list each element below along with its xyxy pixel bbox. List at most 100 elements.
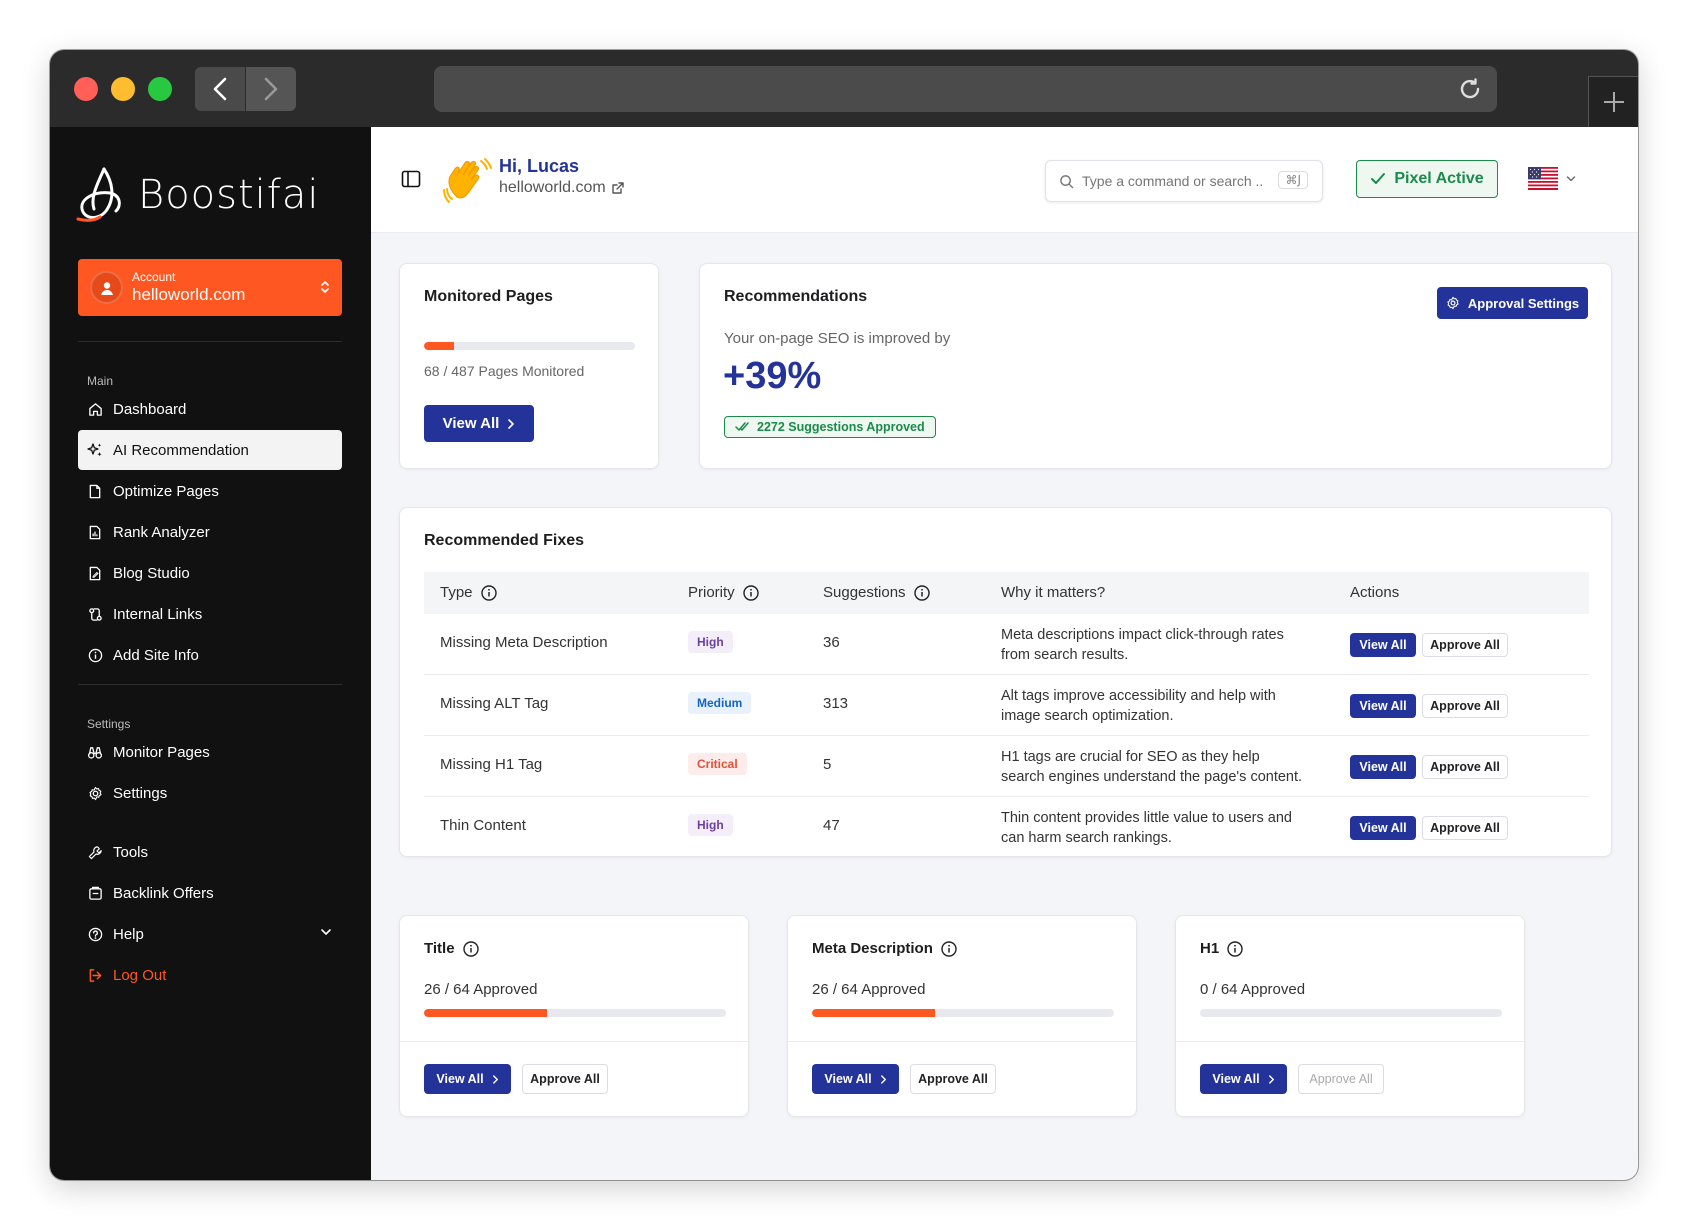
command-search[interactable]: ⌘J (1045, 160, 1323, 202)
sidebar-item-label: Backlink Offers (113, 884, 214, 902)
sidebar-item-help[interactable]: Help (78, 914, 342, 954)
brand-logo[interactable]: Boostifai (76, 163, 319, 227)
home-icon (87, 401, 103, 417)
fix-why: Meta descriptions impact click-through r… (1001, 627, 1284, 663)
wallet-icon (87, 885, 103, 901)
fix-type: Thin Content (440, 817, 526, 834)
binoculars-icon (87, 744, 103, 760)
fix-why: Alt tags improve accessibility and help … (1001, 688, 1276, 724)
recommended-fixes-card: Recommended Fixes Type Priority Suggesti… (399, 507, 1612, 858)
sidebar-item-monitor-pages[interactable]: Monitor Pages (78, 732, 342, 772)
sidebar-item-backlink-offers[interactable]: Backlink Offers (78, 873, 342, 913)
view-all-button[interactable]: View All (1350, 633, 1416, 657)
waving-hand-icon (443, 157, 493, 210)
sidebar-item-ai-recommendation[interactable]: AI Recommendation (78, 430, 342, 470)
language-selector[interactable] (1528, 167, 1576, 190)
metric-card-header: Meta Description (812, 940, 957, 957)
approve-all-button[interactable]: Approve All (1422, 755, 1508, 779)
column-label: Suggestions (823, 584, 906, 601)
metric-progress-fill (424, 1009, 547, 1017)
search-input[interactable] (1082, 171, 1262, 191)
sidebar-item-optimize-pages[interactable]: Optimize Pages (78, 471, 342, 511)
sidebar-item-rank-analyzer[interactable]: Rank Analyzer (78, 512, 342, 552)
fix-suggestions-count: 36 (823, 634, 840, 651)
file-icon (87, 483, 103, 499)
approve-all-button[interactable]: Approve All (522, 1064, 608, 1094)
priority-badge: High (688, 631, 733, 653)
suggestions-approved-badge: 2272 Suggestions Approved (724, 416, 936, 438)
external-link-icon (612, 182, 624, 194)
fix-suggestions-count: 5 (823, 756, 832, 773)
back-button[interactable] (195, 67, 245, 111)
shortcut-hint: ⌘J (1278, 171, 1308, 189)
approve-all-button[interactable]: Approve All (1298, 1064, 1384, 1094)
view-all-button[interactable]: View All (424, 1064, 511, 1094)
forward-button[interactable] (246, 67, 296, 111)
account-switcher[interactable]: Account helloworld.com (78, 259, 342, 316)
view-all-button[interactable]: View All (1350, 694, 1416, 718)
column-label: Priority (688, 584, 735, 601)
site-link[interactable]: helloworld.com (499, 179, 625, 197)
pixel-status-label: Pixel Active (1394, 170, 1484, 187)
chevron-down-icon (1566, 175, 1576, 181)
file-edit-icon (87, 565, 103, 581)
toggle-sidebar-button[interactable] (401, 169, 421, 194)
sidebar-item-settings[interactable]: Settings (78, 773, 342, 813)
new-tab-button[interactable] (1588, 76, 1638, 127)
link-icon (87, 606, 103, 622)
approve-all-button[interactable]: Approve All (910, 1064, 996, 1094)
metric-progress-bar (812, 1009, 1114, 1017)
fix-type: Missing Meta Description (440, 634, 608, 651)
sidebar-item-label: Help (113, 925, 144, 943)
chevron-right-icon (492, 1074, 498, 1084)
table-row: Missing H1 Tag Critical 5 H1 tags are cr… (424, 736, 1589, 797)
metric-progress-bar (1200, 1009, 1502, 1017)
approval-settings-button[interactable]: Approval Settings (1437, 287, 1588, 319)
fix-type: Missing H1 Tag (440, 756, 543, 773)
minimize-window-button[interactable] (111, 77, 135, 101)
pixel-status-badge[interactable]: Pixel Active (1356, 160, 1498, 198)
double-check-icon (735, 422, 749, 431)
view-all-button[interactable]: View All (1350, 755, 1416, 779)
greeting: Hi, Lucas (499, 156, 580, 176)
sidebar: Boostifai Account helloworld.com Main Da… (50, 127, 371, 1180)
info-icon[interactable] (742, 584, 759, 601)
button-label: View All (1212, 1072, 1260, 1086)
column-header-actions: Actions (1350, 584, 1400, 601)
approve-all-button[interactable]: Approve All (1422, 816, 1508, 840)
approve-all-button[interactable]: Approve All (1422, 633, 1508, 657)
metric-card-caption: 26 / 64 Approved (424, 981, 538, 998)
metric-card-title: Title (424, 940, 455, 957)
sidebar-item-label: Monitor Pages (113, 743, 210, 761)
view-all-button[interactable]: View All (812, 1064, 899, 1094)
fix-why: H1 tags are crucial for SEO as they help… (1001, 749, 1303, 785)
metric-card-header: Title (424, 940, 479, 957)
button-label: Approval Settings (1467, 295, 1580, 311)
view-all-button[interactable]: View All (1350, 816, 1416, 840)
card-title: Monitored Pages (424, 288, 553, 305)
close-window-button[interactable] (74, 77, 98, 101)
table-header: Type Priority Suggestions Why it matters… (424, 572, 1589, 614)
address-bar[interactable] (434, 66, 1497, 112)
info-icon[interactable] (480, 584, 497, 601)
reload-icon[interactable] (1457, 76, 1483, 102)
sidebar-item-log-out[interactable]: Log Out (78, 955, 342, 995)
sidebar-item-tools[interactable]: Tools (78, 832, 342, 872)
sidebar-item-internal-links[interactable]: Internal Links (78, 594, 342, 634)
info-icon[interactable] (941, 940, 957, 957)
account-domain: helloworld.com (132, 285, 246, 304)
info-icon[interactable] (1227, 940, 1243, 957)
sidebar-item-dashboard[interactable]: Dashboard (78, 389, 342, 429)
maximize-window-button[interactable] (148, 77, 172, 101)
table-row: Missing Meta Description High 36 Meta de… (424, 614, 1589, 675)
plus-icon (1603, 92, 1624, 112)
info-icon[interactable] (913, 584, 930, 601)
sidebar-item-label: Dashboard (113, 400, 187, 418)
info-icon[interactable] (462, 940, 479, 957)
topbar: Hi, Lucas helloworld.com ⌘J Pixel Active (371, 127, 1638, 233)
view-all-button[interactable]: View All (1200, 1064, 1287, 1094)
sidebar-item-blog-studio[interactable]: Blog Studio (78, 553, 342, 593)
view-all-monitored-button[interactable]: View All (424, 405, 534, 442)
approve-all-button[interactable]: Approve All (1422, 694, 1508, 718)
sidebar-item-add-site-info[interactable]: Add Site Info (78, 635, 342, 675)
